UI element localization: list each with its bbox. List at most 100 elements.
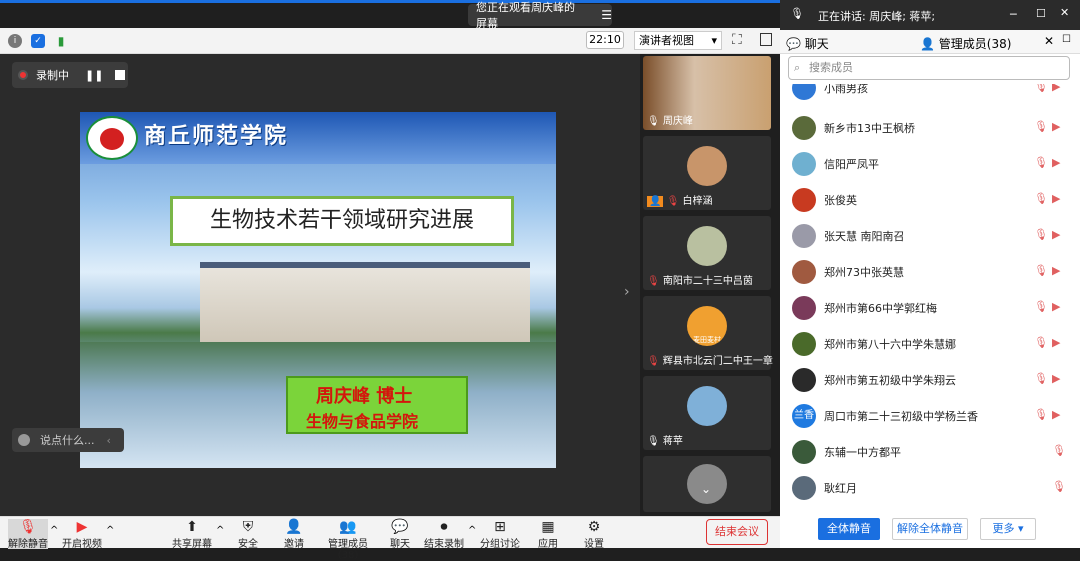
thumbnail-video[interactable]: 👤 🎙 白梓涵 bbox=[643, 136, 771, 210]
list-item[interactable]: 郑州73中张英慧 🎙 ▶ bbox=[780, 254, 1080, 290]
mic-icon: 🎙 bbox=[790, 7, 804, 20]
stop-icon[interactable] bbox=[115, 70, 126, 80]
camera-off-icon[interactable]: ▶ bbox=[1052, 192, 1066, 206]
thumbnail-video[interactable]: 🎙 周庆峰 bbox=[643, 56, 771, 130]
camera-off-icon[interactable]: ▶ bbox=[1052, 408, 1066, 422]
more-button[interactable]: 更多 ▾ bbox=[980, 518, 1036, 540]
mic-muted-icon[interactable]: 🎙 bbox=[1034, 228, 1048, 242]
chat-icon: 💬 bbox=[391, 519, 409, 535]
thumbnail-video[interactable]: 🎙 蒋苹 bbox=[643, 376, 771, 450]
menu-icon[interactable]: ☰ bbox=[601, 8, 612, 22]
list-item[interactable]: 小雨男孩 🎙 ▶ bbox=[780, 84, 1080, 106]
mic-muted-icon[interactable]: 🎙 bbox=[1034, 300, 1048, 314]
view-mode-label: 演讲者视图 bbox=[639, 34, 694, 47]
emoji-icon[interactable] bbox=[18, 434, 30, 446]
camera-off-icon[interactable]: ▶ bbox=[1052, 300, 1066, 314]
chevron-right-icon[interactable]: › bbox=[624, 284, 630, 300]
member-search-input[interactable]: ⌕ 搜索成员 bbox=[788, 56, 1070, 80]
thumbnail-video[interactable]: 🎙 南阳市二十三中吕茵 bbox=[643, 216, 771, 290]
stop-recording-button[interactable]: ⏺ 结束录制 bbox=[424, 519, 464, 550]
camera-off-icon[interactable]: ▶ bbox=[1052, 264, 1066, 278]
invite-label: 邀请 bbox=[284, 539, 304, 550]
tab-members[interactable]: 👤 管理成员(38) bbox=[920, 35, 1011, 52]
mic-muted-icon[interactable]: 🎙 bbox=[1034, 264, 1048, 278]
security-button[interactable]: ⛨ 安全 bbox=[228, 519, 268, 550]
avatar bbox=[687, 226, 727, 266]
end-meeting-button[interactable]: 结束会议 bbox=[706, 519, 768, 545]
apps-button[interactable]: ▦ 应用 bbox=[528, 519, 568, 550]
chevron-up-icon[interactable]: ^ bbox=[50, 525, 58, 536]
list-item[interactable]: 耿红月 🎙 bbox=[780, 470, 1080, 504]
unmute-label: 解除静音 bbox=[8, 539, 48, 550]
chat-button[interactable]: 💬 聊天 bbox=[380, 519, 420, 550]
camera-off-icon[interactable]: ▶ bbox=[1052, 156, 1066, 170]
list-item[interactable]: 郑州市第八十六中学朱慧娜 🎙 ▶ bbox=[780, 326, 1080, 362]
camera-off-icon[interactable]: ▶ bbox=[1052, 372, 1066, 386]
mic-muted-icon[interactable]: 🎙 bbox=[1034, 84, 1048, 94]
camera-off-icon[interactable]: ▶ bbox=[1052, 84, 1066, 94]
camera-off-icon[interactable]: ▶ bbox=[1052, 336, 1066, 350]
mic-muted-icon[interactable]: 🎙 bbox=[1034, 156, 1048, 170]
mic-muted-icon[interactable]: 🎙 bbox=[1052, 480, 1066, 494]
list-item[interactable]: 信阳严凤平 🎙 ▶ bbox=[780, 146, 1080, 182]
presenter-name: 周庆峰 博士 bbox=[316, 386, 413, 407]
close-icon[interactable]: ✕ bbox=[1060, 6, 1069, 19]
thumbnail-video[interactable]: ⌄ bbox=[643, 456, 771, 512]
camera-off-icon[interactable]: ▶ bbox=[1052, 228, 1066, 242]
recording-label: 录制中 bbox=[36, 69, 69, 82]
list-item[interactable]: 新乡市13中王枫桥 🎙 ▶ bbox=[780, 110, 1080, 146]
fullscreen-icon[interactable]: ⛶ bbox=[732, 32, 742, 48]
list-item[interactable]: 郑州市第66中学郭红梅 🎙 ▶ bbox=[780, 290, 1080, 326]
chevron-up-icon[interactable]: ^ bbox=[468, 525, 476, 536]
panel-menu-icon[interactable]: ☐ bbox=[1062, 34, 1071, 45]
mic-muted-icon[interactable]: 🎙 bbox=[1052, 444, 1066, 458]
camera-off-icon[interactable]: ▶ bbox=[1052, 120, 1066, 134]
mic-muted-icon[interactable]: 🎙 bbox=[1034, 192, 1048, 206]
search-placeholder: 搜索成员 bbox=[809, 61, 853, 74]
unmute-button[interactable]: 🎙 解除静音 bbox=[8, 519, 48, 550]
avatar bbox=[792, 116, 816, 140]
list-item[interactable]: 张天慧 南阳南召 🎙 ▶ bbox=[780, 218, 1080, 254]
breakout-icon: ⊞ bbox=[494, 519, 506, 535]
screen-share-status-bar[interactable]: 您正在观看周庆峰的屏幕 ☰ bbox=[468, 1, 612, 30]
list-item[interactable]: 张俊英 🎙 ▶ bbox=[780, 182, 1080, 218]
settings-button[interactable]: ⚙ 设置 bbox=[574, 519, 614, 550]
mic-muted-icon[interactable]: 🎙 bbox=[1034, 336, 1048, 350]
share-screen-button[interactable]: ⬆ 共享屏幕 bbox=[172, 519, 212, 550]
member-list: 小雨男孩 🎙 ▶ 新乡市13中王枫桥 🎙 ▶ 信阳严凤平 🎙 ▶ 张俊英 🎙 ▶ 张天慧 南阳南… bbox=[780, 84, 1080, 504]
info-icon[interactable]: i bbox=[8, 34, 22, 48]
mic-muted-icon[interactable]: 🎙 bbox=[1034, 120, 1048, 134]
unmute-all-button[interactable]: 解除全体静音 bbox=[892, 518, 968, 540]
avatar bbox=[687, 146, 727, 186]
invite-button[interactable]: 👤 邀请 bbox=[274, 519, 314, 550]
avatar bbox=[687, 386, 727, 426]
list-item[interactable]: 郑州市第五初级中学朱翔云 🎙 ▶ bbox=[780, 362, 1080, 398]
mic-muted-icon[interactable]: 🎙 bbox=[1034, 372, 1048, 386]
view-mode-button[interactable]: 演讲者视图 ▾ bbox=[634, 31, 722, 50]
thumbnail-caption: 🎙 周庆峰 bbox=[647, 112, 693, 127]
chevron-up-icon[interactable]: ^ bbox=[106, 525, 114, 536]
mic-muted-icon[interactable]: 🎙 bbox=[1034, 408, 1048, 422]
avatar bbox=[792, 188, 816, 212]
list-item[interactable]: 东辅一中方都平 🎙 bbox=[780, 434, 1080, 470]
chevron-up-icon[interactable]: ^ bbox=[216, 525, 224, 536]
minimize-icon[interactable]: ─ bbox=[1010, 8, 1017, 21]
mute-all-button[interactable]: 全体静音 bbox=[818, 518, 880, 540]
breakout-button[interactable]: ⊞ 分组讨论 bbox=[480, 519, 520, 550]
chevron-down-icon[interactable]: ⌄ bbox=[701, 482, 711, 496]
list-item[interactable]: 兰香 周口市第二十三初级中学杨兰香 🎙 ▶ bbox=[780, 398, 1080, 434]
thumbnail-video[interactable]: 麦田麦村 🎙 辉县市北云门二中王一章 bbox=[643, 296, 773, 370]
shield-icon[interactable]: ✓ bbox=[31, 34, 45, 48]
close-tab-icon[interactable]: ✕ bbox=[1044, 34, 1054, 48]
maximize-icon[interactable]: ☐ bbox=[1036, 7, 1046, 20]
pause-icon[interactable]: ❚❚ bbox=[85, 69, 103, 82]
tab-chat[interactable]: 💬 聊天 bbox=[786, 35, 829, 52]
member-name: 新乡市13中王枫桥 bbox=[824, 122, 915, 135]
panel-toggle-icon[interactable] bbox=[760, 33, 772, 46]
member-name: 郑州市第五初级中学朱翔云 bbox=[824, 374, 956, 387]
signal-icon[interactable]: ▮ bbox=[54, 34, 68, 48]
quick-chat-input[interactable]: 说点什么... ‹ bbox=[12, 428, 124, 452]
manage-members-button[interactable]: 👥 管理成员(38) bbox=[318, 519, 378, 561]
chevron-left-icon[interactable]: ‹ bbox=[107, 434, 111, 447]
start-video-button[interactable]: ▶ 开启视频 bbox=[62, 519, 102, 550]
